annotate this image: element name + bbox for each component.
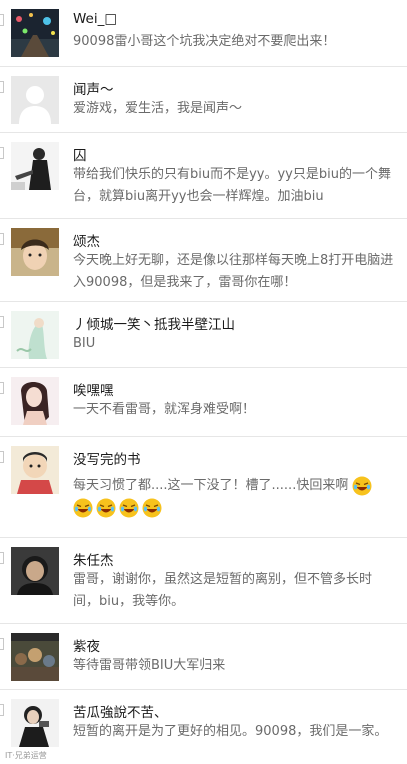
- laughing-tears-emoji: [142, 498, 162, 518]
- checkbox[interactable]: [0, 382, 4, 394]
- comment-text: 今天晚上好无聊，还是像以往那样每天晚上8打开电脑进入90098，但是我来了，雷哥…: [73, 253, 394, 290]
- comment-author[interactable]: 苦瓜強說不苦、: [73, 701, 168, 721]
- checkbox[interactable]: [0, 14, 4, 26]
- checkbox[interactable]: [0, 704, 4, 716]
- comment-text: 等待雷哥带领BIU大军归来: [73, 658, 226, 673]
- comment-author[interactable]: 唉嘿嘿: [73, 379, 114, 399]
- comment-author[interactable]: 没写完的书: [73, 448, 141, 468]
- avatar[interactable]: [11, 446, 59, 494]
- comment-item: 紫夜 等待雷哥带领BIU大军归来: [0, 624, 407, 690]
- laughing-tears-emoji: [96, 498, 116, 518]
- laughing-tears-emoji: [352, 476, 372, 496]
- comment-item: 囚 带给我们快乐的只有biu而不是yy。yy只是biu的一个舞台，就算biu离开…: [0, 133, 407, 219]
- comment-item: Wei_□ 90098雷小哥这个坑我决定绝对不要爬出来！: [0, 0, 407, 67]
- avatar[interactable]: [11, 142, 59, 190]
- comment-text: 每天习惯了都....这一下没了！槽了......快回来啊: [73, 478, 349, 493]
- comment-author[interactable]: 朱任杰: [73, 549, 114, 569]
- comment-text: 短暂的离开是为了更好的相见。90098，我们是一家。: [73, 724, 388, 739]
- comment-text: 90098雷小哥这个坑我决定绝对不要爬出来！: [73, 34, 336, 49]
- comment-author[interactable]: 丿倾城一笑丶抵我半壁江山: [73, 313, 235, 333]
- comment-text: 雷哥，谢谢你，虽然这是短暂的离别，但不管多长时间，biu，我等你。: [73, 572, 373, 609]
- avatar[interactable]: [11, 633, 59, 681]
- comment-item: 颂杰 今天晚上好无聊，还是像以往那样每天晚上8打开电脑进入90098，但是我来了…: [0, 219, 407, 302]
- checkbox[interactable]: [0, 81, 4, 93]
- comment-author[interactable]: 闻声～: [73, 78, 114, 98]
- avatar[interactable]: [11, 76, 59, 124]
- comment-author[interactable]: 囚: [73, 144, 87, 164]
- comment-item: 闻声～ 爱游戏，爱生活，我是闻声～: [0, 67, 407, 133]
- checkbox[interactable]: [0, 316, 4, 328]
- comment-body: 每天习惯了都....这一下没了！槽了......快回来啊: [73, 475, 395, 519]
- comment-author[interactable]: Wei_□: [73, 11, 117, 27]
- checkbox[interactable]: [0, 638, 4, 650]
- avatar[interactable]: [11, 228, 59, 276]
- avatar[interactable]: [11, 547, 59, 595]
- comment-item: 唉嘿嘿 一天不看雷哥，就浑身难受啊！: [0, 368, 407, 437]
- comment-text: 带给我们快乐的只有biu而不是yy。yy只是biu的一个舞台，就算biu离开yy…: [73, 167, 391, 204]
- comment-item: 没写完的书 每天习惯了都....这一下没了！槽了......快回来啊: [0, 437, 407, 538]
- avatar[interactable]: [11, 377, 59, 425]
- checkbox[interactable]: [0, 451, 4, 463]
- avatar[interactable]: [11, 311, 59, 359]
- comment-text: 一天不看雷哥，就浑身难受啊！: [73, 402, 256, 417]
- comment-item: 苦瓜強說不苦、 短暂的离开是为了更好的相见。90098，我们是一家。: [0, 690, 407, 764]
- laughing-tears-emoji: [119, 498, 139, 518]
- comment-item: 朱任杰 雷哥，谢谢你，虽然这是短暂的离别，但不管多长时间，biu，我等你。: [0, 538, 407, 624]
- avatar[interactable]: [11, 699, 59, 747]
- comment-author[interactable]: 紫夜: [73, 635, 100, 655]
- comment-text: BIU: [73, 336, 96, 351]
- watermark: IT·兄弟运营: [5, 751, 47, 760]
- checkbox[interactable]: [0, 233, 4, 245]
- checkbox[interactable]: [0, 552, 4, 564]
- checkbox[interactable]: [0, 147, 4, 159]
- avatar[interactable]: [11, 9, 59, 57]
- laughing-tears-emoji: [73, 498, 93, 518]
- comment-text: 爱游戏，爱生活，我是闻声～: [73, 101, 243, 116]
- comment-author[interactable]: 颂杰: [73, 230, 100, 250]
- comment-item: 丿倾城一笑丶抵我半壁江山 BIU: [0, 302, 407, 368]
